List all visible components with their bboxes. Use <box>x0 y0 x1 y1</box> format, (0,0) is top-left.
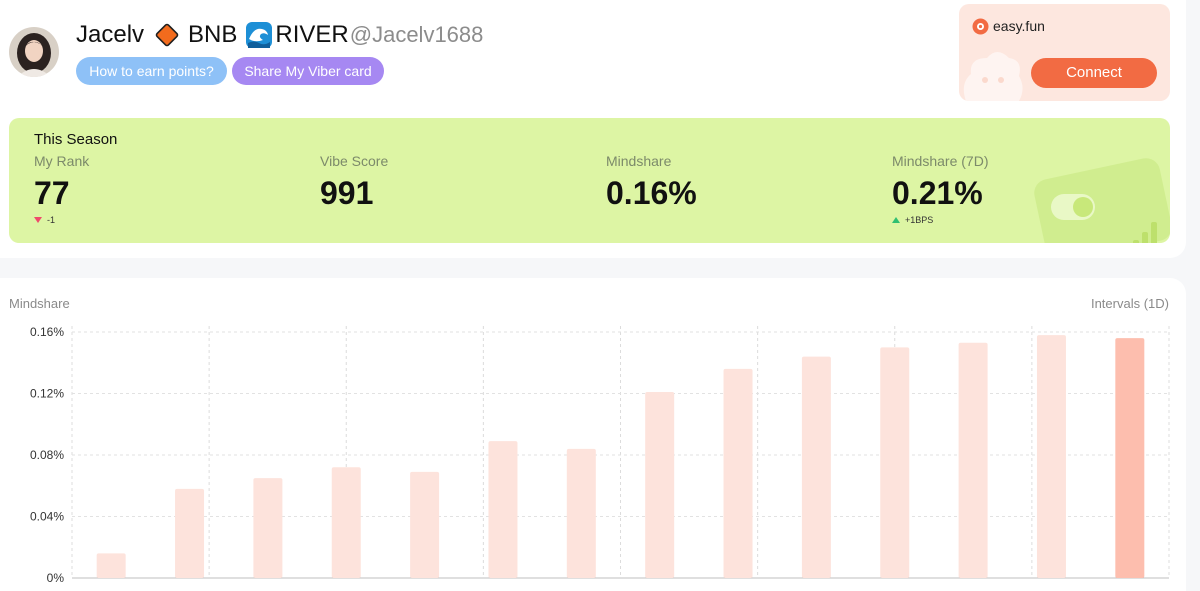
bar[interactable] <box>880 347 910 578</box>
bar[interactable] <box>410 471 440 578</box>
wave-icon <box>245 21 273 49</box>
user-name: Jacelv <box>76 21 145 48</box>
promo-mascot-icon <box>959 44 1029 101</box>
easy-fun-promo: easy.fun Connect <box>959 4 1170 101</box>
bnb-diamond-icon <box>154 22 180 48</box>
y-tick-label: 0.12% <box>30 387 64 401</box>
bar[interactable] <box>723 368 753 578</box>
easy-fun-logo-icon <box>972 18 989 35</box>
avatar[interactable] <box>9 27 59 77</box>
stat-label: Vibe Score <box>320 153 389 169</box>
stat-value: 77 <box>34 175 70 211</box>
season-title: This Season <box>34 131 118 148</box>
promo-name: easy.fun <box>993 18 1045 34</box>
bar[interactable] <box>488 441 518 578</box>
bar[interactable] <box>96 553 126 578</box>
stat-mindshare: Mindshare 0.16% <box>606 153 697 212</box>
stat-value: 0.16% <box>606 175 697 211</box>
stat-label: My Rank <box>34 153 90 169</box>
mindshare-delta: +1BPS <box>892 215 988 225</box>
bar-latest[interactable] <box>1115 338 1145 578</box>
stat-label: Mindshare <box>606 153 672 169</box>
how-to-earn-points-button[interactable]: How to earn points? <box>76 57 227 85</box>
share-viber-card-button[interactable]: Share My Viber card <box>232 57 384 85</box>
bar[interactable] <box>175 488 205 578</box>
stat-vibe-score: Vibe Score 991 <box>320 153 388 212</box>
stat-my-rank: My Rank 77 -1 <box>34 153 89 225</box>
chart-title: Mindshare <box>9 296 70 311</box>
bar[interactable] <box>1036 335 1066 578</box>
y-tick-label: 0.16% <box>30 325 64 339</box>
bar[interactable] <box>958 342 988 578</box>
y-tick-label: 0% <box>47 571 65 585</box>
profile-card: Jacelv BNB RIVER @Jacelv1688 How to earn… <box>0 0 1186 258</box>
stat-mindshare-7d: Mindshare (7D) 0.21% +1BPS <box>892 153 988 225</box>
stat-value: 991 <box>320 175 374 211</box>
bnb-label: BNB <box>188 21 238 48</box>
interval-selector[interactable]: Intervals (1D) <box>1091 296 1169 311</box>
river-label: RIVER <box>275 21 349 48</box>
delta-value: -1 <box>47 215 56 225</box>
y-tick-label: 0.04% <box>30 510 64 524</box>
bar[interactable] <box>566 448 596 578</box>
y-tick-label: 0.08% <box>30 448 64 462</box>
stat-value: 0.21% <box>892 175 983 211</box>
delta-value: +1BPS <box>905 215 934 225</box>
user-handle[interactable]: @Jacelv1688 <box>350 22 484 48</box>
bar[interactable] <box>253 478 283 578</box>
bar[interactable] <box>331 467 361 578</box>
rank-delta: -1 <box>34 215 89 225</box>
down-arrow-icon <box>34 217 42 223</box>
connect-button[interactable]: Connect <box>1031 58 1157 88</box>
season-stats-panel: This Season My Rank 77 -1 Vibe Score 991… <box>9 118 1170 243</box>
stat-label: Mindshare (7D) <box>892 153 989 169</box>
mindshare-bar-chart: 0.16% 0.12% 0.08% 0.04% 0% <box>30 325 1170 585</box>
wallet-card-icon <box>1021 158 1170 243</box>
bar[interactable] <box>801 356 831 578</box>
up-arrow-icon <box>892 217 900 223</box>
bar[interactable] <box>645 391 675 578</box>
profile-line: Jacelv BNB RIVER @Jacelv1688 <box>76 18 483 52</box>
